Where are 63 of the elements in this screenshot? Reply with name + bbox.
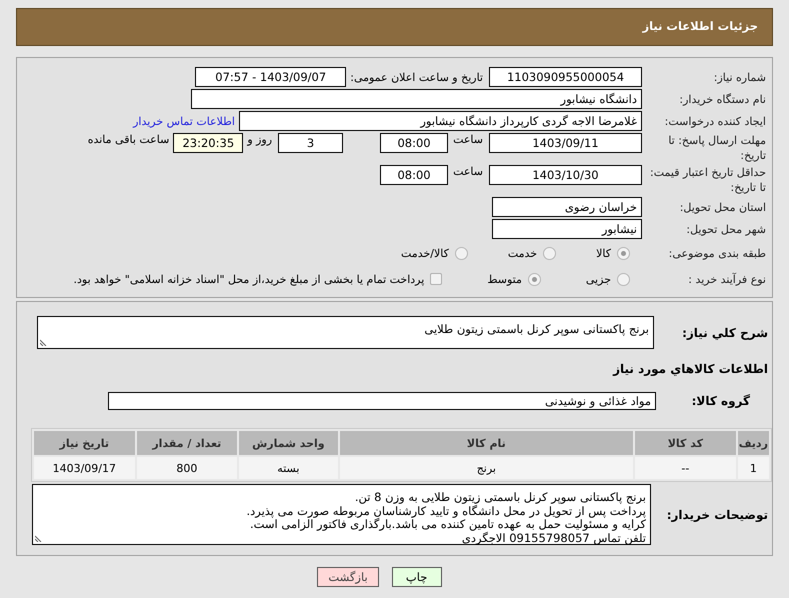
radio-button[interactable]: [528, 272, 541, 286]
table-cell: برنج: [340, 457, 634, 479]
back-button[interactable]: بازگشت: [317, 567, 379, 587]
radio-button[interactable]: [454, 246, 468, 260]
table-cell: بسته: [239, 457, 338, 479]
field-label: طبقه بندی موضوعی:: [668, 246, 767, 260]
table-cell: --: [635, 457, 736, 479]
field-label: گروه کالا:: [690, 394, 751, 408]
print-button[interactable]: چاپ: [392, 567, 442, 587]
requester-field: غلامرضا الاجه گردی کارپرداز دانشگاه نیشابور: [239, 111, 642, 131]
field-label: شرح كلي نياز:: [681, 325, 769, 340]
radio-label: کالا/خدمت: [401, 246, 449, 260]
days-label: روز و: [247, 133, 272, 146]
field-label: نوع فرآیند خرید :: [687, 272, 767, 286]
payment-checkbox[interactable]: [430, 273, 442, 285]
field-label: نام دستگاه خریدار:: [678, 92, 767, 106]
table-cell: 1: [738, 457, 769, 479]
section-title: اطلاعات كالاهاي مورد نياز: [612, 362, 768, 376]
time-label: ساعت: [453, 165, 483, 178]
resize-grip-icon[interactable]: [40, 338, 48, 346]
column-header: واحد شمارش: [239, 431, 338, 455]
field-label: مهلت ارسال پاسخ: تا تاریخ:: [667, 133, 767, 163]
radio-button[interactable]: [617, 272, 630, 286]
radio-label: جزیی: [586, 272, 611, 286]
city-field: نیشابور: [492, 219, 642, 239]
field-label: تاریخ و ساعت اعلان عمومی:: [350, 70, 483, 84]
province-field: خراسان رضوی: [492, 197, 642, 217]
reply-date-field: 1403/09/11: [489, 133, 642, 153]
announce-date-field: 1403/09/07 - 07:57: [195, 67, 346, 87]
radio-button[interactable]: [617, 246, 630, 260]
time-label: ساعت: [453, 133, 483, 146]
remaining-label: ساعت باقی مانده: [88, 133, 170, 146]
need-number-field: 1103090955000054: [489, 67, 642, 87]
buyer-name-field: دانشگاه نیشابور: [191, 89, 642, 109]
field-label: شهر محل تحویل:: [685, 222, 767, 236]
radio-label: متوسط: [487, 272, 522, 286]
field-label: شماره نیاز:: [712, 70, 767, 84]
column-header: نام کالا: [340, 431, 634, 455]
field-label: ایجاد کننده درخواست:: [664, 114, 767, 128]
column-header: تعداد / مقدار: [136, 431, 238, 455]
radio-label: کالا: [596, 246, 611, 260]
field-label: توضیحات خریدار:: [666, 508, 769, 522]
field-label: استان محل تحویل:: [678, 200, 767, 214]
days-field: 3: [278, 133, 344, 153]
page-title-bar: جزئیات اطلاعات نیاز: [16, 8, 773, 46]
validity-date-field: 1403/10/30: [489, 165, 642, 185]
radio-label: خدمت: [508, 246, 538, 260]
validity-time-field: 08:00: [380, 165, 448, 185]
buyer-notes-field[interactable]: برنج پاکستانی سوپر کرنل باسمتی زیتون طلایی به وزن 8 تن. پرداخت پس از تحویل در محل دانشگاه و تایید کارشناسان مربوطه صورت می پذیرد. کرایه و مسئولیت حمل به عهده تامین کننده می باشد.بارگذاری فاکتور الزامی است. تلفن تماس 09155798057 الاجگردی: [32, 484, 651, 545]
goods-group-field: مواد غذائی و نوشیدنی: [108, 392, 656, 410]
resize-grip-icon[interactable]: [35, 534, 43, 542]
description-field[interactable]: برنج پاکستانی سوپر کرنل باسمتی زیتون طلایی: [37, 316, 654, 349]
buyer-contact-link[interactable]: اطلاعات تماس خریدار: [133, 114, 235, 128]
column-header: کد کالا: [635, 431, 736, 455]
field-label: حداقل تاریخ اعتبار قیمت: تا تاریخ:: [649, 165, 767, 195]
table-cell: 800: [136, 457, 238, 479]
remaining-time-field: 23:20:35: [173, 133, 244, 153]
payment-label: پرداخت تمام یا بخشی از مبلغ خرید،از محل "اسناد خزانه اسلامی" خواهد بود.: [74, 272, 424, 286]
table-cell: 1403/09/17: [34, 457, 135, 479]
reply-time-field: 08:00: [380, 133, 448, 153]
column-header: تاریخ نیاز: [34, 431, 135, 455]
column-header: ردیف: [738, 431, 769, 455]
radio-button[interactable]: [543, 246, 556, 260]
